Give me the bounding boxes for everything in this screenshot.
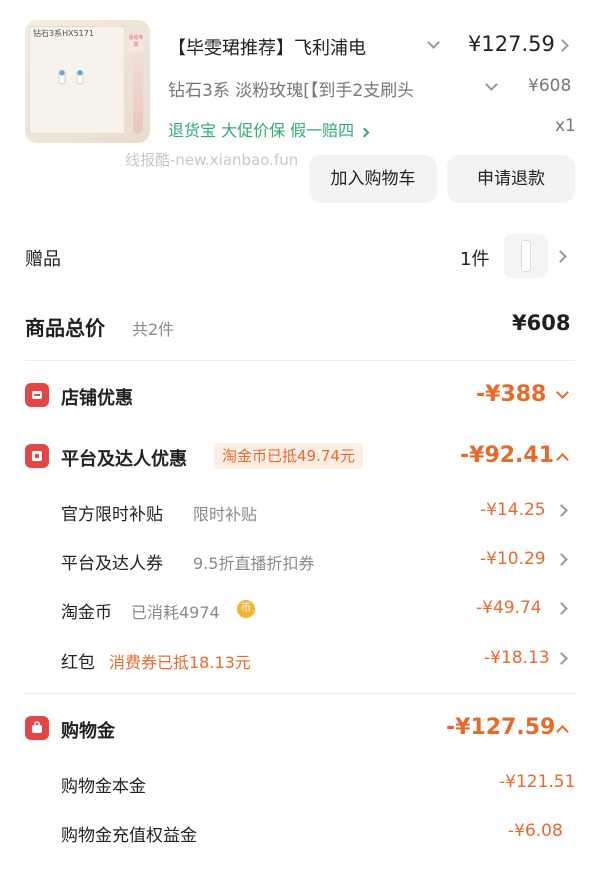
taojinbi-value[interactable]: -¥49.74 (476, 598, 542, 618)
bonus-label: 购物金充值权益金 (61, 826, 197, 846)
price-detail-icon[interactable] (556, 39, 569, 52)
shopping-bag-icon (25, 716, 49, 740)
shopping-money-chevron-icon[interactable] (556, 725, 569, 738)
platform-discount-value[interactable]: -¥92.41 (460, 443, 554, 468)
subsidy-note: 限时补贴 (193, 505, 258, 524)
add-to-cart-button[interactable]: 加入购物车 (309, 155, 437, 203)
thumbnail-badge: 活动专享 (128, 34, 144, 52)
platform-discount-label: 平台及达人优惠 (61, 449, 187, 470)
red-packet-note: 消费券已抵18.13元 (109, 653, 251, 672)
request-refund-button[interactable]: 申请退款 (447, 155, 575, 203)
coupon-label: 平台及达人券 (61, 554, 163, 574)
platform-discount-chevron-icon[interactable] (556, 453, 569, 466)
principal-value: -¥121.51 (499, 772, 576, 792)
subsidy-label: 官方限时补贴 (61, 505, 163, 525)
product-title[interactable]: 【毕雯珺推荐】飞利浦电 (168, 34, 418, 60)
divider (25, 360, 575, 361)
bonus-value: -¥6.08 (508, 821, 563, 841)
divider (25, 693, 575, 694)
total-value: ¥608 (512, 311, 571, 335)
product-thumbnail[interactable]: 钻石3系HX5171 活动专享 (25, 20, 150, 143)
gift-thumbnail[interactable] (504, 234, 548, 278)
total-label: 商品总价 (25, 316, 105, 340)
service-arrow-icon (359, 127, 370, 138)
shopping-money-value[interactable]: -¥127.59 (446, 715, 555, 740)
taojinbi-arrow-icon[interactable] (555, 602, 568, 615)
quantity: x1 (555, 116, 576, 136)
watermark: 线报酷-new.xianbao.fun (125, 151, 299, 169)
subsidy-arrow-icon[interactable] (555, 504, 568, 517)
product-variant[interactable]: 钻石3系 淡粉玫瑰[【到手2支刷头 (168, 76, 472, 101)
coupon-value[interactable]: -¥10.29 (480, 549, 546, 569)
subsidy-value[interactable]: -¥14.25 (480, 500, 546, 520)
red-packet-label: 红包 (61, 653, 95, 673)
gift-count: 1件 (460, 249, 490, 270)
gift-label: 赠品 (25, 249, 61, 270)
original-price: ¥608 (528, 76, 572, 96)
total-count: 共2件 (132, 320, 175, 339)
variant-expand-icon[interactable] (485, 78, 498, 91)
red-packet-value[interactable]: -¥18.13 (484, 648, 550, 668)
gift-arrow-icon[interactable] (554, 250, 567, 263)
coin-icon: 币 (237, 600, 255, 618)
service-tags[interactable]: 退货宝 大促价保 假一赔四 (168, 117, 370, 141)
shop-discount-label: 店铺优惠 (61, 388, 133, 409)
coupon-arrow-icon[interactable] (555, 553, 568, 566)
thumbnail-brand-text: 钻石3系HX5171 (33, 29, 94, 38)
title-expand-icon[interactable] (427, 36, 440, 49)
platform-icon (25, 444, 49, 468)
taojinbi-tag: 淘金币已抵49.74元 (214, 443, 363, 469)
coupon-note: 9.5折直播折扣券 (193, 554, 315, 573)
shopping-money-label: 购物金 (61, 721, 115, 742)
red-packet-arrow-icon[interactable] (555, 652, 568, 665)
principal-label: 购物金本金 (61, 777, 146, 797)
taojinbi-label: 淘金币 (61, 603, 112, 623)
service-tags-text: 退货宝 大促价保 假一赔四 (168, 121, 355, 140)
gift-tube-image (521, 240, 531, 272)
product-price: ¥127.59 (468, 32, 555, 56)
taojinbi-note: 已消耗4974 (131, 603, 220, 622)
shop-icon (25, 383, 49, 407)
shop-discount-chevron-icon[interactable] (556, 386, 569, 399)
brush-heads-image (58, 69, 84, 85)
shop-discount-value[interactable]: -¥388 (476, 382, 546, 407)
